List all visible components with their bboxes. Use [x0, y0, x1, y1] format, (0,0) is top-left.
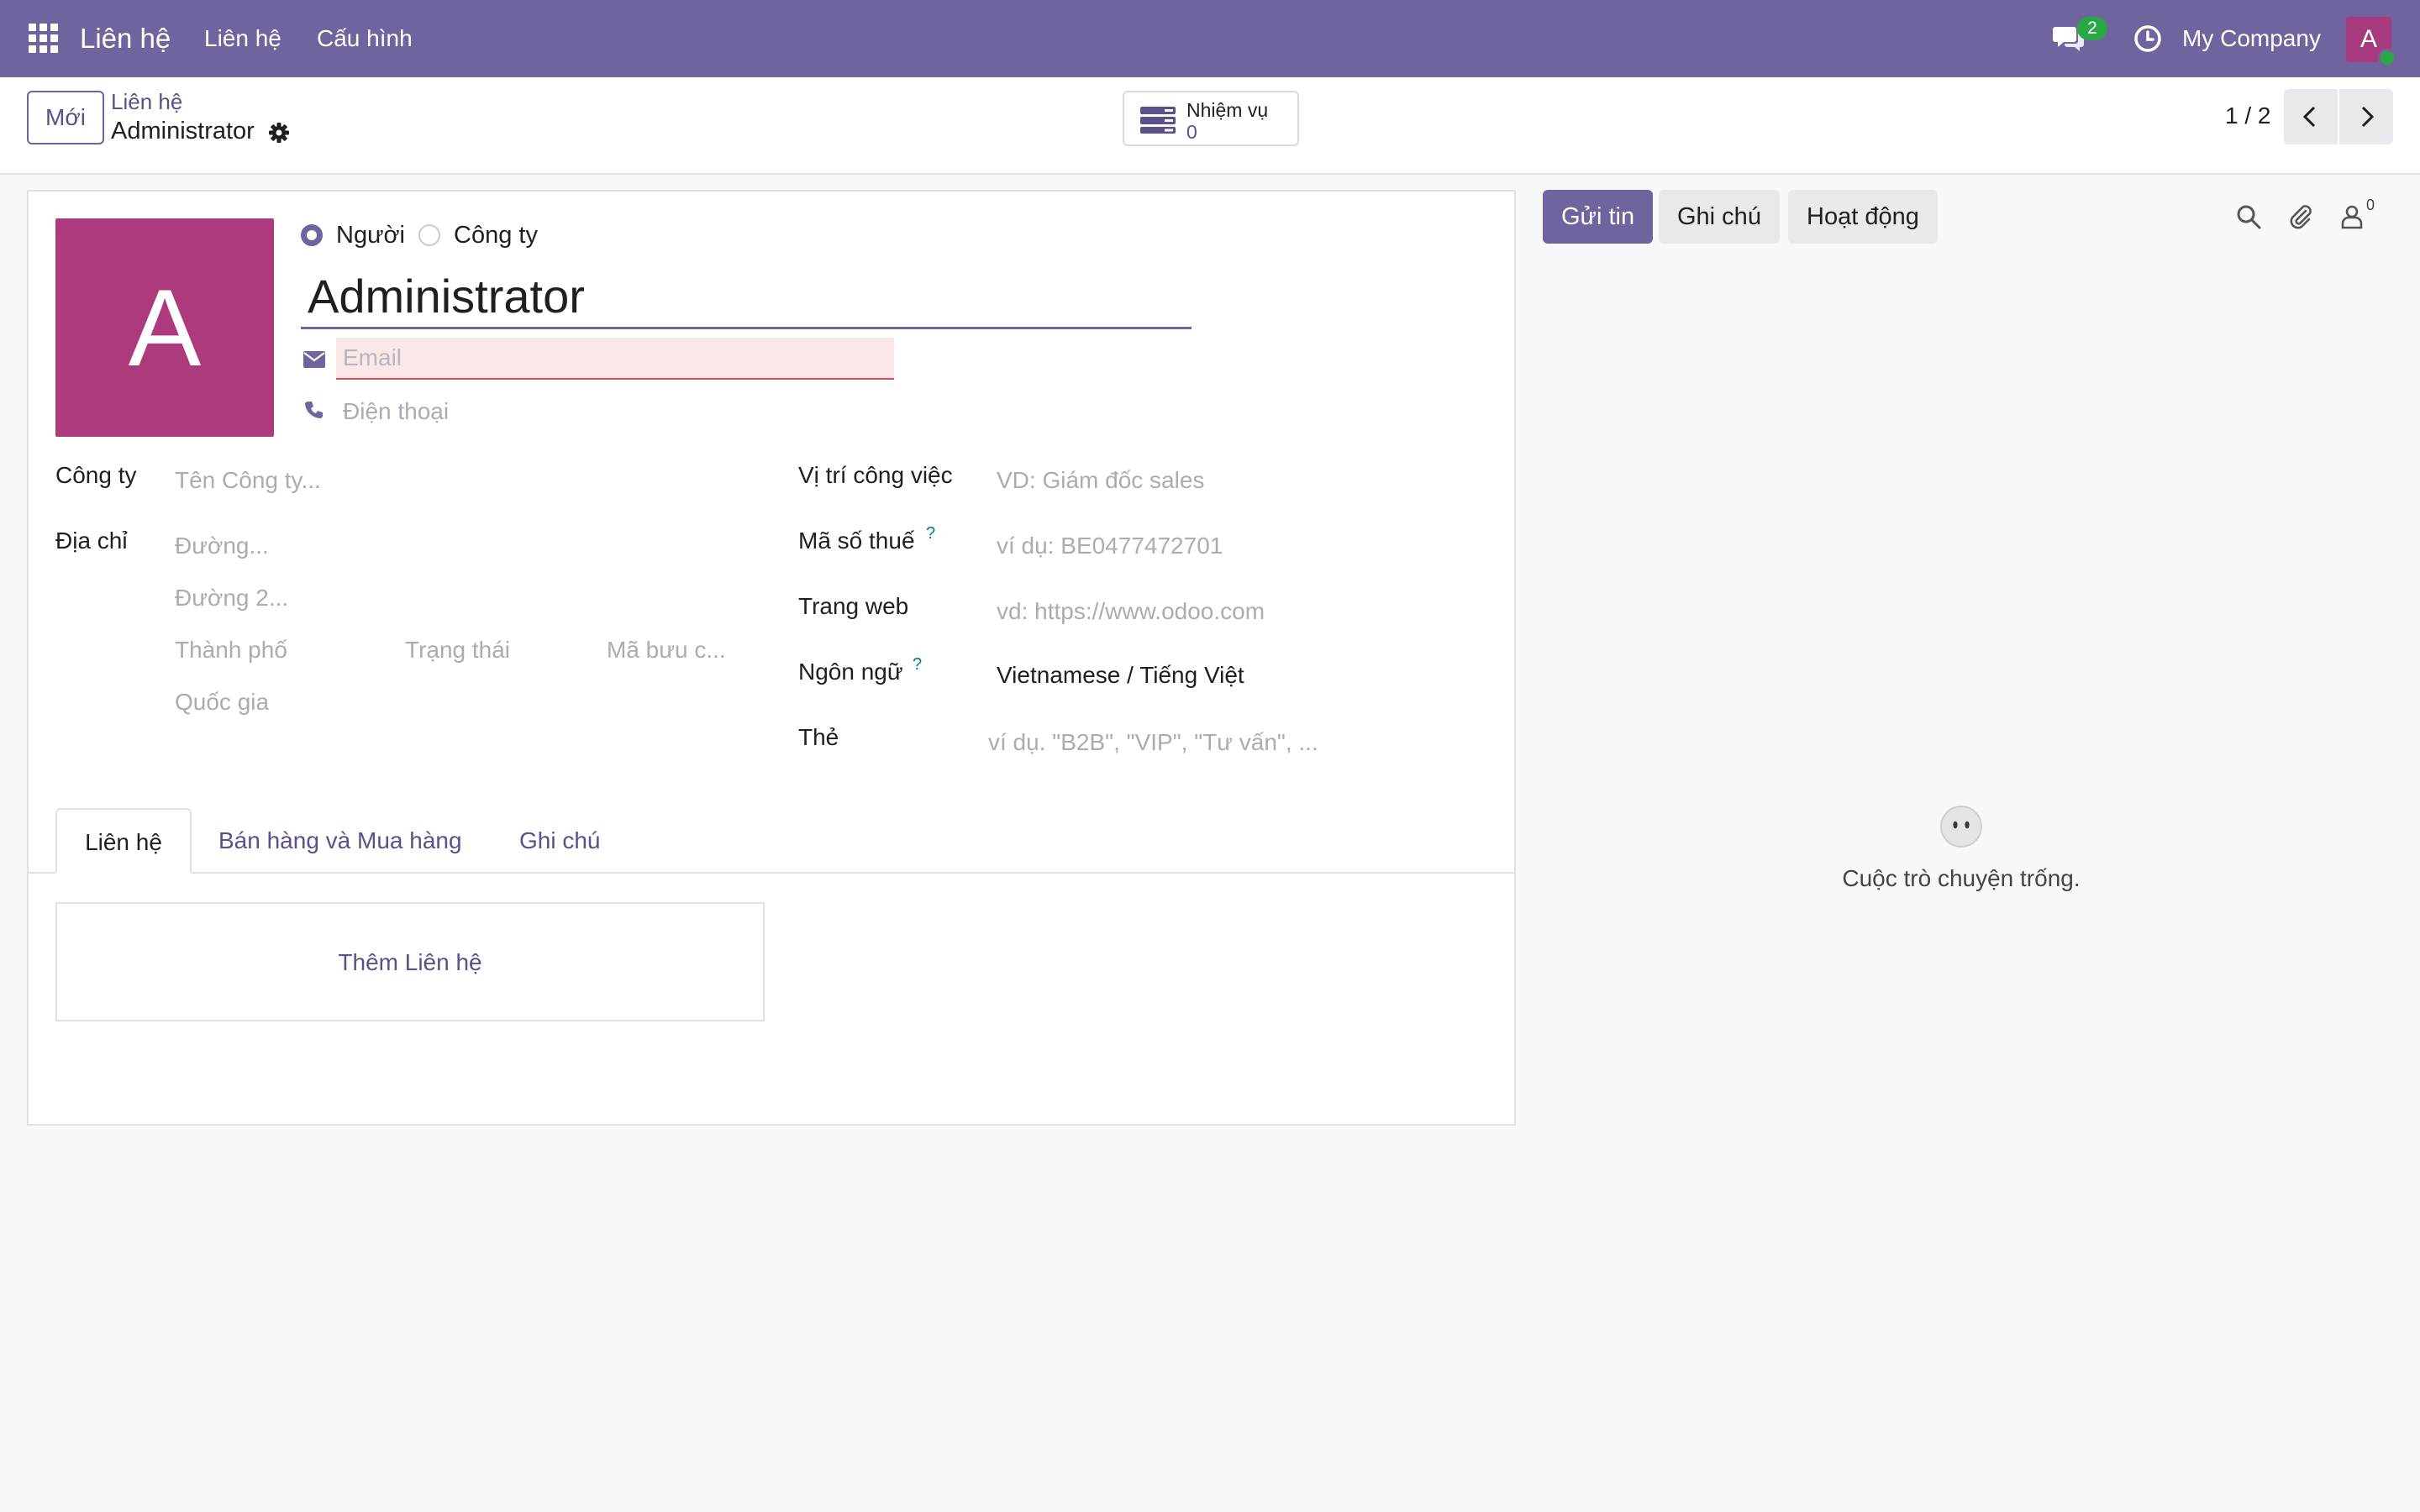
website-input[interactable]: [997, 595, 1501, 628]
online-status-dot: [2378, 49, 2396, 67]
breadcrumb-current: Administrator: [111, 118, 255, 144]
app-brand-link[interactable]: Liên hệ: [80, 0, 171, 77]
pager-next-button[interactable]: [2339, 89, 2393, 144]
language-select[interactable]: Vietnamese / Tiếng Việt: [997, 662, 1244, 689]
breadcrumb-parent-link[interactable]: Liên hệ: [111, 89, 182, 115]
city-input[interactable]: [175, 633, 393, 667]
followers-icon[interactable]: [2339, 203, 2366, 230]
menu-item-contacts[interactable]: Liên hệ: [204, 0, 281, 77]
street-input[interactable]: [175, 529, 763, 563]
empty-face-icon: [1940, 806, 1982, 848]
log-note-button[interactable]: Ghi chú: [1659, 190, 1780, 244]
tasks-label: Nhiệm vụ: [1186, 99, 1269, 121]
send-message-button[interactable]: Gửi tin: [1543, 190, 1654, 244]
language-help-tooltip[interactable]: ?: [913, 655, 922, 675]
tab-sales-purchase[interactable]: Bán hàng và Mua hàng: [218, 808, 462, 874]
street2-input[interactable]: [175, 581, 763, 615]
contact-avatar[interactable]: A: [55, 218, 274, 437]
website-label: Trang web: [798, 593, 909, 619]
radio-company[interactable]: [418, 224, 440, 246]
paperclip-icon[interactable]: [2287, 203, 2314, 230]
state-select[interactable]: [405, 633, 590, 667]
tasks-count: 0: [1186, 121, 1197, 143]
pager-previous-button[interactable]: [2284, 89, 2338, 144]
job-position-label: Vị trí công việc: [798, 462, 953, 488]
pager-value[interactable]: 1 / 2: [2225, 102, 2270, 129]
user-initial: A: [2360, 25, 2377, 53]
vat-help-tooltip[interactable]: ?: [926, 524, 935, 543]
zip-input[interactable]: [607, 633, 763, 667]
phone-field[interactable]: [343, 395, 763, 428]
top-navbar: Liên hệ Liên hệ Cấu hình 2 My Company A: [0, 0, 2420, 77]
vat-label: Mã số thuế: [798, 528, 915, 554]
empty-conversation-text: Cuộc trò chuyện trống.: [1842, 865, 2081, 891]
language-label: Ngôn ngữ: [798, 659, 903, 685]
follower-count: 0: [2366, 197, 2375, 213]
tasks-smart-button[interactable]: Nhiệm vụ 0: [1123, 91, 1299, 146]
email-field[interactable]: [336, 338, 894, 380]
menu-item-configuration[interactable]: Cấu hình: [317, 0, 413, 77]
tasks-icon: [1140, 107, 1176, 134]
gear-icon[interactable]: [267, 121, 291, 144]
add-contact-button[interactable]: Thêm Liên hệ: [55, 902, 765, 1021]
activity-clock-icon[interactable]: [2133, 24, 2162, 53]
new-button[interactable]: Mới: [27, 91, 104, 144]
contact-name-input[interactable]: [301, 265, 1192, 329]
tab-internal-notes[interactable]: Ghi chú: [519, 808, 601, 874]
apps-menu-icon[interactable]: [29, 24, 59, 54]
tags-label: Thẻ: [798, 724, 839, 750]
tab-contacts[interactable]: Liên hệ: [55, 808, 192, 874]
tags-input[interactable]: [988, 726, 1501, 759]
company-name-input[interactable]: [175, 464, 763, 497]
control-panel: Mới Liên hệ Administrator Nhiệm vụ 0 1 /…: [0, 77, 2420, 175]
search-icon[interactable]: [2235, 203, 2262, 230]
address-label: Địa chỉ: [55, 528, 128, 554]
job-position-input[interactable]: [997, 464, 1501, 497]
add-contact-label: Thêm Liên hệ: [338, 949, 482, 975]
radio-person[interactable]: [301, 224, 323, 246]
chevron-right-icon: [2361, 106, 2375, 128]
radio-company-label[interactable]: Công ty: [454, 222, 538, 249]
chevron-left-icon: [2302, 106, 2316, 128]
radio-person-label[interactable]: Người: [336, 222, 405, 249]
company-label: Công ty: [55, 462, 137, 488]
user-avatar[interactable]: A: [2346, 17, 2396, 67]
country-select[interactable]: [175, 685, 763, 719]
vat-input[interactable]: [997, 529, 1501, 563]
company-switcher[interactable]: My Company: [2182, 0, 2321, 77]
messages-count-badge: 2: [2077, 17, 2107, 40]
envelope-icon: [303, 351, 325, 368]
activity-button[interactable]: Hoạt động: [1788, 190, 1938, 244]
phone-icon: [305, 402, 323, 418]
